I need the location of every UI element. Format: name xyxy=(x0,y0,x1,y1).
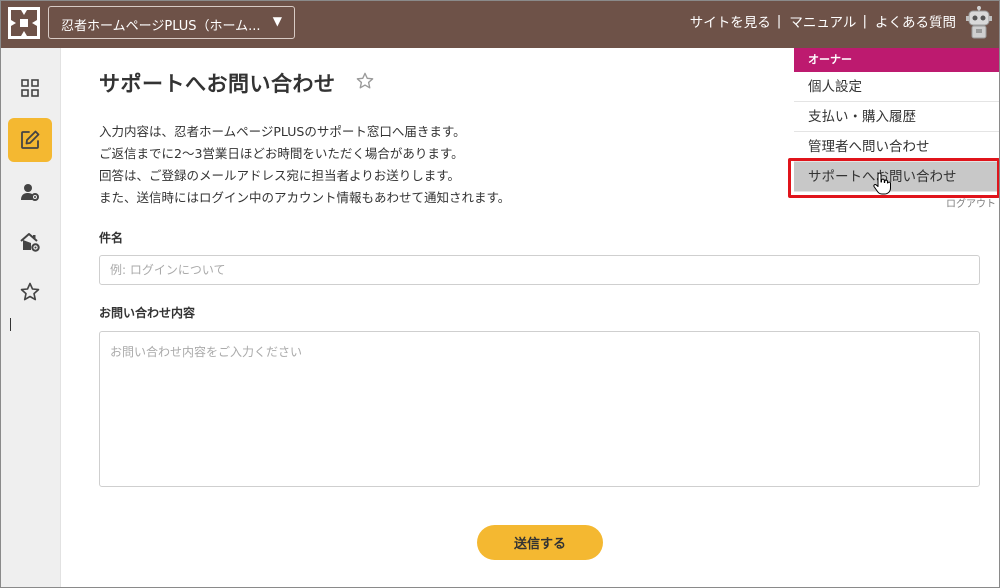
star-outline-icon xyxy=(20,282,40,301)
hand-pointer-cursor-icon xyxy=(873,173,891,195)
body-label: お問い合わせ内容 xyxy=(99,306,196,320)
sidebar-item-edit[interactable] xyxy=(8,118,52,162)
faq-link[interactable]: よくある質問 xyxy=(875,11,956,31)
subject-input[interactable] xyxy=(99,255,980,285)
text-caret xyxy=(10,318,11,331)
description-line: ご返信までに2～3営業日ほどお時間をいただく場合があります。 xyxy=(99,146,464,161)
caret-down-icon: ▼ xyxy=(272,14,282,28)
user-avatar-robot-icon[interactable] xyxy=(966,6,992,40)
menu-header-owner: オーナー xyxy=(794,48,1000,72)
site-selector-dropdown[interactable]: 忍者ホームページPLUS（ホーム... ▼ xyxy=(48,6,295,39)
header-links: サイトを見る | マニュアル | よくある質問 xyxy=(690,11,956,31)
description-line: 入力内容は、忍者ホームページPLUSのサポート窓口へ届きます。 xyxy=(99,124,466,139)
home-settings-icon xyxy=(20,233,40,252)
description-line: また、送信時にはログイン中のアカウント情報もあわせて通知されます。 xyxy=(99,190,511,205)
favorite-star-icon[interactable] xyxy=(356,72,374,90)
link-separator: | xyxy=(776,13,782,29)
sidebar-item-home-settings[interactable] xyxy=(8,220,52,264)
highlight-annotation-box xyxy=(788,158,1000,198)
menu-item-personal-settings[interactable]: 個人設定 xyxy=(794,72,1000,102)
description-line: 回答は、ご登録のメールアドレス宛に担当者よりお送りします。 xyxy=(99,168,461,183)
manual-link[interactable]: マニュアル xyxy=(789,11,856,31)
menu-item-payment-history[interactable]: 支払い・購入履歴 xyxy=(794,102,1000,132)
view-site-link[interactable]: サイトを見る xyxy=(690,11,771,31)
submit-button[interactable]: 送信する xyxy=(477,525,603,560)
link-separator: | xyxy=(862,13,867,29)
edit-note-icon xyxy=(21,130,40,149)
ninja-logo-icon[interactable] xyxy=(8,7,40,39)
page-title: サポートへお問い合わせ xyxy=(99,72,336,96)
user-settings-icon xyxy=(21,184,39,201)
sidebar-item-user-settings[interactable] xyxy=(8,170,52,214)
description-text: 入力内容は、忍者ホームページPLUSのサポート窓口へ届きます。 ご返信までに2～… xyxy=(99,121,510,209)
sidebar-item-favorites[interactable] xyxy=(8,270,52,314)
dashboard-grid-icon xyxy=(21,79,39,97)
top-header: 忍者ホームページPLUS（ホーム... ▼ サイトを見る | マニュアル | よ… xyxy=(0,0,1000,48)
subject-label: 件名 xyxy=(99,231,124,245)
sidebar-item-dashboard[interactable] xyxy=(8,66,52,110)
site-selector-label: 忍者ホームページPLUS（ホーム... xyxy=(61,19,261,34)
inquiry-body-textarea[interactable] xyxy=(99,331,980,487)
